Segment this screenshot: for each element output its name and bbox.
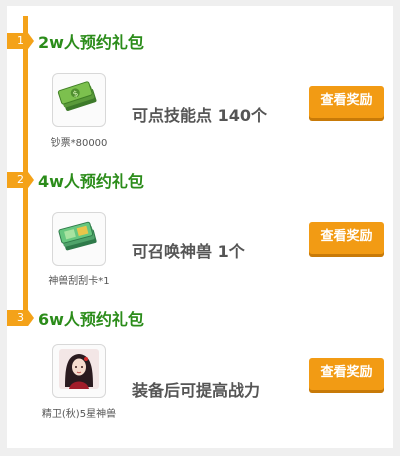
banknotes-icon: $ (57, 78, 101, 122)
reward-description: 可点技能点 140个 (132, 106, 267, 125)
reward-description: 可召唤神兽 1个 (132, 242, 245, 261)
step-badge: 1 (7, 33, 34, 49)
reservation-rewards-panel: 1 2w人预约礼包 $ 钞票*80000 可点技能点 140个 查看奖励 2 4… (7, 6, 393, 448)
progress-timeline (23, 16, 28, 326)
character-portrait-icon (57, 347, 101, 395)
step-badge: 2 (7, 172, 34, 188)
reward-description: 装备后可提高战力 (132, 381, 261, 400)
milestone-title: 4w人预约礼包 (38, 172, 144, 191)
reward-item-caption: 神兽刮刮卡*1 (48, 276, 110, 287)
reward-item-caption: 钞票*80000 (50, 138, 108, 149)
milestone-title: 2w人预约礼包 (38, 33, 144, 52)
view-rewards-button[interactable]: 查看奖励 (309, 86, 384, 118)
view-rewards-button[interactable]: 查看奖励 (309, 358, 384, 390)
reward-item-slot[interactable] (52, 344, 106, 398)
milestone-title: 6w人预约礼包 (38, 310, 144, 329)
reward-item-caption: 精卫(秋)5星神兽 (41, 409, 117, 420)
view-rewards-button[interactable]: 查看奖励 (309, 222, 384, 254)
reward-item-slot[interactable]: $ (52, 73, 106, 127)
reward-item-slot[interactable] (52, 212, 106, 266)
scratch-card-icon (57, 217, 101, 261)
step-badge: 3 (7, 310, 34, 326)
